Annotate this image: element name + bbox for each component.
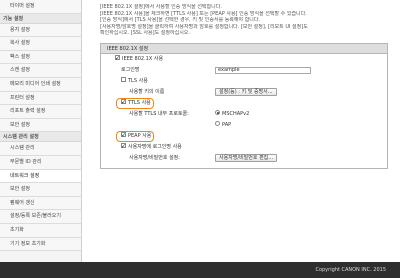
pap-radio[interactable] — [215, 120, 220, 126]
use-login-label: 사용자명에 로그인명 사용 — [128, 143, 182, 150]
sidebar-item[interactable]: 시스템 관리 — [0, 142, 81, 156]
sidebar-item[interactable]: 보안 설정 — [0, 118, 81, 133]
tls-row: TLS 사용 — [101, 76, 387, 87]
user-pass-label: 사용자명/비밀번호 설정: — [129, 154, 180, 161]
sidebar-item[interactable]: 펌웨어 갱신 — [0, 196, 81, 211]
ieee-label: IEEE 802.1X 사용 — [122, 55, 164, 62]
use-login-row: 사용자명에 로그인명 사용 — [101, 141, 387, 153]
notes: [IEEE 802.1X 설정]에서 사용할 인증 방식을 선택합니다. [IE… — [100, 0, 388, 37]
sidebar-item[interactable]: 초기화 — [0, 223, 81, 238]
user-pass-edit-button[interactable]: 사용자명/비밀번호 편집... — [215, 154, 278, 162]
mschapv2-radio[interactable] — [215, 109, 220, 115]
copyright-text: Copyright CANON INC. 2015 — [315, 267, 386, 273]
key-name-label: 사용할 키의 이름 — [129, 88, 165, 95]
mschapv2-label: MSCHAPv2 — [222, 110, 250, 117]
note-line: 확인하십시오. [SSL 사용]도 설정하십시오. — [100, 30, 190, 36]
tls-checkbox[interactable] — [121, 76, 126, 82]
sidebar-item[interactable]: 타이머 설정 — [0, 0, 81, 14]
login-name-row: 로그인명 example — [101, 65, 387, 76]
key-settings-button[interactable]: 설정(등) : 키 및 증명서... — [215, 88, 277, 96]
sidebar-item[interactable]: 설정/등록 보존/불러오기 — [0, 210, 81, 224]
sidebar-item[interactable]: 부문별 ID 관리 — [0, 155, 81, 170]
sidebar-item[interactable]: 용지 설정 — [0, 23, 81, 38]
sidebar-item[interactable]: 네트워크 설정 — [0, 169, 81, 184]
login-name-input[interactable]: example — [215, 66, 311, 74]
sidebar-item[interactable]: 스캔 설정 — [0, 64, 81, 78]
sidebar-item[interactable]: 보안 설정 — [0, 183, 81, 197]
sidebar-item[interactable]: 복사 설정 — [0, 37, 81, 51]
ieee-row: IEEE 802.1X 사용 — [101, 53, 387, 65]
sidebar-section-header: 시스템 관리 설정 — [0, 132, 81, 143]
key-name-row: 사용할 키의 이름 설정(등) : 키 및 증명서... — [101, 87, 387, 98]
use-login-checkbox[interactable] — [121, 141, 126, 152]
peap-row: PEAP 사용 — [101, 130, 387, 142]
ieee-checkbox[interactable] — [115, 53, 120, 64]
sidebar-item[interactable]: 기기 정보 초기화 — [0, 237, 81, 252]
user-pass-row: 사용자명/비밀번호 설정: 사용자명/비밀번호 편집... — [101, 153, 387, 164]
sidebar: 타이머 설정 기능 설정 용지 설정 복사 설정 팩스 설정 스캔 설정 메모리 미디어 인… — [0, 0, 82, 278]
login-name-label: 로그인명 — [121, 66, 140, 73]
sidebar-section-header: 기능 설정 — [0, 13, 81, 24]
ttls-checkbox[interactable] — [121, 97, 126, 108]
sidebar-item[interactable]: 프린터 설정 — [0, 91, 81, 106]
sidebar-item[interactable]: 리포트 출력 설정 — [0, 105, 81, 119]
footer: Copyright CANON INC. 2015 — [0, 262, 400, 278]
ttls-row: TTLS 사용 — [101, 97, 387, 109]
mschapv2-option[interactable]: MSCHAPv2 — [215, 109, 249, 120]
tls-label: TLS 사용 — [128, 77, 148, 84]
sidebar-item[interactable]: 팩스 설정 — [0, 50, 81, 65]
ttls-protocol-label: 사용할 TTLS 내부 프로토콜: — [129, 110, 189, 117]
pap-label: PAP — [222, 121, 232, 128]
panel-title: IEEE 802.1X 설정 — [101, 43, 387, 54]
pap-row: PAP — [101, 120, 387, 131]
peap-checkbox[interactable] — [121, 130, 126, 141]
main-content: [IEEE 802.1X 설정]에서 사용할 인증 방식을 선택합니다. [IE… — [100, 0, 388, 262]
pap-option[interactable]: PAP — [215, 120, 231, 131]
ttls-protocol-row: 사용할 TTLS 내부 프로토콜: MSCHAPv2 — [101, 109, 387, 120]
ieee-settings-panel: IEEE 802.1X 설정 IEEE 802.1X 사용 로그인명 examp… — [100, 42, 388, 169]
sidebar-item[interactable]: 메모리 미디어 인쇄 설정 — [0, 77, 81, 92]
